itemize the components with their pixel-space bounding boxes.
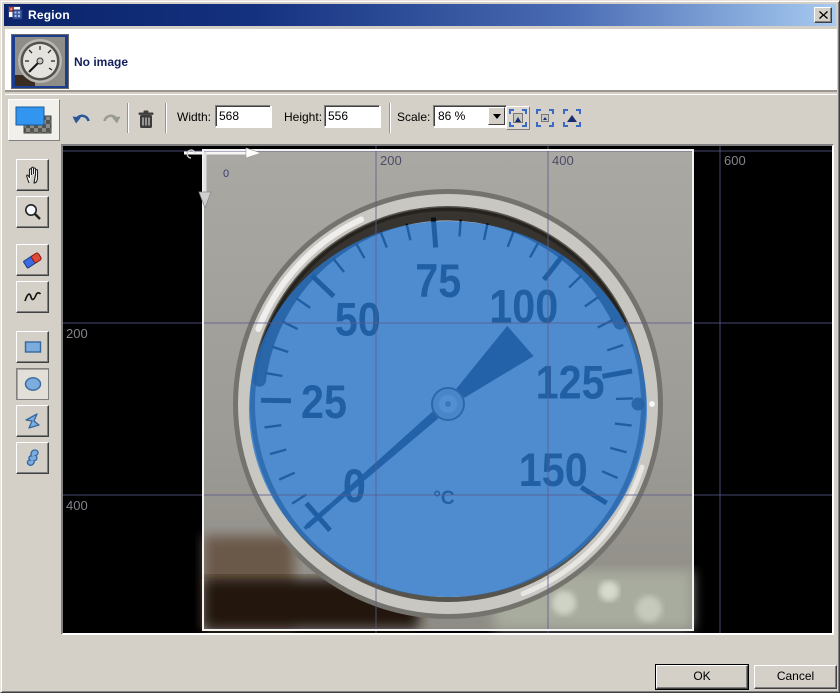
scale-value: 86 % — [434, 109, 488, 123]
scale-to-fit-button[interactable] — [506, 106, 530, 130]
rectangle-icon — [23, 339, 43, 355]
separator — [165, 103, 167, 133]
region-dialog: Region No image — [0, 0, 840, 693]
undo-button[interactable] — [69, 106, 95, 132]
trash-icon — [138, 110, 154, 129]
height-label: Height: — [284, 110, 322, 124]
ok-button[interactable]: OK — [656, 665, 748, 689]
tool-polygon[interactable] — [16, 405, 49, 437]
tool-ellipse[interactable] — [16, 368, 49, 400]
redo-button[interactable] — [98, 106, 124, 132]
chevron-down-icon[interactable] — [488, 107, 505, 125]
tool-zoom[interactable] — [16, 196, 49, 228]
grid-label: 400 — [552, 153, 574, 168]
eraser-icon — [22, 250, 44, 270]
actual-size-icon — [536, 109, 554, 127]
gauge-thumbnail — [11, 34, 69, 89]
fit-selection-button[interactable] — [560, 106, 584, 130]
width-label: Width: — [177, 110, 211, 124]
grid-label: 400 — [66, 498, 88, 513]
grid-label: 600 — [724, 153, 746, 168]
scale-combobox[interactable]: 86 % — [433, 105, 507, 127]
grid-label: 200 — [66, 326, 88, 341]
separator — [127, 103, 129, 133]
form-icon — [8, 6, 23, 25]
tool-freeform[interactable] — [16, 442, 49, 474]
hand-icon — [23, 165, 43, 185]
undo-arrow-icon — [72, 110, 92, 128]
toolbar: Width: Height: Scale: 86 % — [5, 94, 837, 144]
delete-button[interactable] — [133, 106, 159, 132]
tool-pan[interactable] — [16, 159, 49, 191]
tool-eraser[interactable] — [16, 244, 49, 276]
ellipse-icon — [23, 375, 43, 393]
status-text: No image — [74, 55, 128, 69]
squiggle-icon — [23, 288, 43, 306]
selection-ellipse[interactable] — [249, 221, 647, 597]
tool-freehand-line[interactable] — [16, 281, 49, 313]
close-icon — [819, 11, 828, 19]
fill-style-swatch — [14, 104, 54, 136]
region-canvas[interactable]: 0255075100125150°C2004006002004000 — [61, 144, 834, 635]
separator — [389, 103, 391, 133]
polygon-icon — [23, 412, 43, 430]
titlebar[interactable]: Region — [4, 4, 836, 26]
fill-style-button[interactable] — [8, 99, 60, 141]
magnifier-icon — [23, 202, 43, 222]
origin-label: 0 — [223, 168, 229, 180]
actual-size-button[interactable] — [533, 106, 557, 130]
grid-label: 200 — [380, 153, 402, 168]
redo-arrow-icon — [101, 110, 121, 128]
close-button[interactable] — [814, 7, 832, 23]
freeform-icon — [23, 448, 43, 468]
height-input[interactable] — [324, 105, 380, 127]
width-input[interactable] — [215, 105, 271, 127]
scale-label: Scale: — [397, 110, 430, 124]
fit-selection-icon — [563, 109, 581, 127]
preview-panel: No image — [5, 29, 837, 92]
tool-rectangle[interactable] — [16, 331, 49, 363]
window-title: Region — [28, 8, 70, 22]
scale-to-fit-icon — [509, 109, 527, 127]
cancel-button[interactable]: Cancel — [754, 665, 837, 689]
